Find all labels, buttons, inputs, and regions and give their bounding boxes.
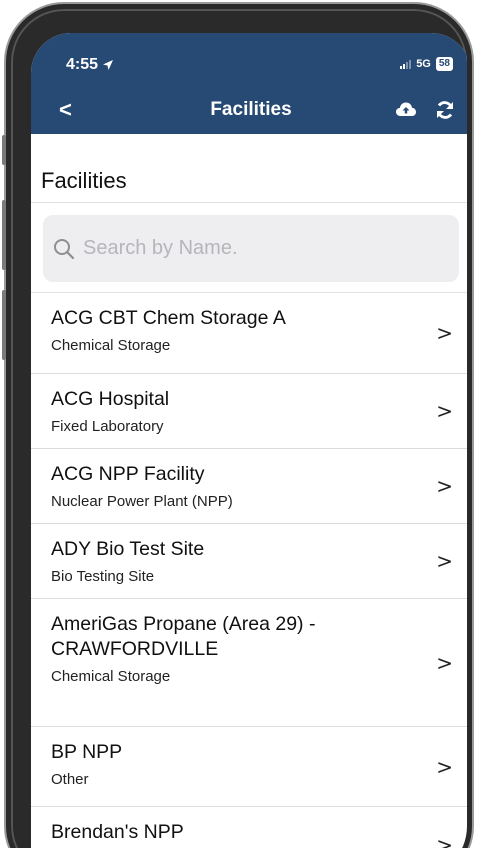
facility-type: Chemical Storage: [51, 337, 171, 354]
refresh-icon[interactable]: [435, 100, 455, 120]
chevron-right-icon: >: [436, 399, 453, 423]
chevron-right-icon: >: [436, 833, 453, 848]
facility-name: ADY Bio Test Site: [51, 538, 205, 560]
facility-name: AmeriGas Propane (Area 29) - CRAWFORDVIL…: [51, 613, 316, 660]
facility-row-bp-npp[interactable]: BP NPP Other >: [31, 727, 467, 807]
network-label: 5G: [416, 58, 431, 70]
facility-name: ACG Hospital: [51, 388, 170, 410]
facility-type: Fixed Laboratory: [51, 418, 164, 435]
search-section: [31, 203, 467, 293]
facility-type: Bio Testing Site: [51, 568, 155, 585]
signal-icon: [400, 59, 412, 69]
facility-row-brendans-npp[interactable]: Brendan's NPP Other >: [31, 807, 467, 848]
facility-row-acg-npp-facility[interactable]: ACG NPP Facility Nuclear Power Plant (NP…: [31, 449, 467, 524]
chevron-right-icon: >: [436, 474, 453, 498]
chevron-right-icon: >: [436, 321, 453, 345]
navigation-bar: 4:55 5G 58 < Facilities: [31, 33, 467, 134]
facility-type: Chemical Storage: [51, 668, 171, 685]
app-screen: 4:55 5G 58 < Facilities Facilities Searc…: [31, 33, 467, 848]
facility-row-ady-bio-test-site[interactable]: ADY Bio Test Site Bio Testing Site >: [31, 524, 467, 599]
status-time: 4:55: [66, 56, 114, 74]
facility-type: Nuclear Power Plant (NPP): [51, 493, 233, 510]
search-icon: [54, 238, 75, 259]
volume-up-button: [2, 200, 6, 270]
search-bar[interactable]: [43, 215, 459, 282]
facility-row-amerigas-propane[interactable]: AmeriGas Propane (Area 29) - CRAWFORDVIL…: [31, 599, 467, 727]
facility-type: Other: [51, 771, 89, 788]
status-bar: 4:55 5G 58: [31, 33, 467, 89]
search-input[interactable]: [83, 237, 443, 260]
facility-name: Brendan's NPP: [51, 821, 184, 843]
phone-frame: 4:55 5G 58 < Facilities Facilities Searc…: [6, 4, 472, 848]
volume-down-button: [2, 290, 6, 360]
location-arrow-icon: [103, 60, 114, 70]
chevron-right-icon: >: [436, 754, 453, 779]
facility-row-acg-cbt-chem-storage-a[interactable]: ACG CBT Chem Storage A Chemical Storage …: [31, 293, 467, 374]
facility-name: BP NPP: [51, 741, 123, 763]
facility-list: ACG CBT Chem Storage A Chemical Storage …: [31, 293, 467, 848]
facility-row-acg-hospital[interactable]: ACG Hospital Fixed Laboratory >: [31, 374, 467, 449]
chevron-right-icon: >: [436, 549, 453, 573]
facility-name: ACG NPP Facility: [51, 463, 205, 485]
facility-name: ACG CBT Chem Storage A: [51, 307, 286, 329]
battery-icon: 58: [435, 57, 453, 71]
mute-switch: [2, 135, 6, 165]
cloud-upload-icon[interactable]: [395, 100, 417, 118]
page-title: Facilities: [31, 134, 467, 203]
chevron-right-icon: >: [436, 650, 453, 675]
status-indicators: 5G 58: [400, 57, 453, 71]
